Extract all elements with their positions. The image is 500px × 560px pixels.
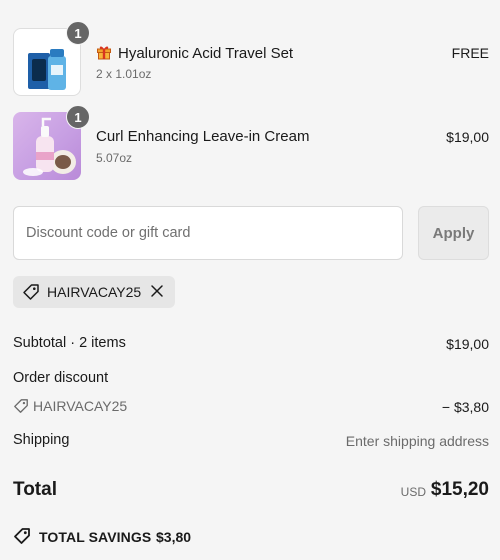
shipping-value: Enter shipping address — [345, 433, 489, 449]
quantity-badge: 1 — [66, 105, 90, 129]
product-price: $19,00 — [446, 129, 489, 145]
total-value: $15,20 — [430, 479, 489, 500]
product-name: Curl Enhancing Leave-in Cream — [96, 128, 310, 145]
apply-button[interactable]: Apply — [418, 206, 489, 260]
product-price: FREE — [451, 45, 489, 61]
close-icon[interactable] — [150, 284, 164, 303]
tag-icon — [13, 527, 31, 550]
applied-discount-chip: HAIRVACAY25 — [13, 276, 175, 308]
tag-icon — [22, 283, 40, 306]
product-size: 5.07oz — [96, 151, 133, 165]
gift-icon — [96, 44, 112, 64]
subtotal-value: $19,00 — [446, 336, 489, 352]
subtotal-label: Subtotal · 2 items — [13, 335, 126, 351]
total-savings-value: $3,80 — [156, 529, 192, 545]
order-discount-value: − $3,80 — [441, 399, 489, 415]
total-currency: USD — [400, 485, 426, 499]
discount-code-label: HAIRVACAY25 — [47, 284, 142, 300]
product-name-text: Hyaluronic Acid Travel Set — [118, 45, 294, 62]
order-discount-label: Order discount — [13, 370, 109, 386]
order-discount-code: HAIRVACAY25 — [33, 398, 128, 414]
line-item: 1 Curl Enhancing Leave-in Cream 5.07oz $… — [13, 105, 489, 180]
product-name: Hyaluronic Acid Travel Set — [96, 44, 293, 64]
product-size: 2 x 1.01oz — [96, 67, 152, 81]
discount-code-input[interactable] — [13, 206, 403, 260]
quantity-badge: 1 — [66, 21, 90, 45]
tag-icon — [13, 398, 29, 419]
line-item: 1 Hyaluronic Acid Travel Set 2 x 1.01oz … — [13, 21, 489, 96]
shipping-label: Shipping — [13, 432, 70, 448]
total-label: Total — [13, 479, 57, 500]
total-savings-label: TOTAL SAVINGS — [39, 529, 152, 545]
